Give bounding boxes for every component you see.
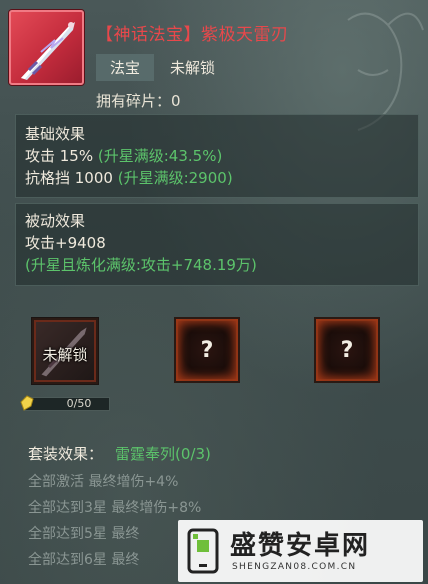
set-bonus-line: 全部激活 最终增伤+4%: [28, 474, 179, 490]
slot-locked-label: 未解锁: [42, 346, 88, 364]
fragment-icon: [20, 395, 34, 411]
unlock-status: 未解锁: [170, 58, 216, 77]
fragment-count: 拥有碎片：0: [96, 92, 181, 110]
attack-max-stat: (升星满级:43.5%): [97, 147, 223, 165]
passive-max-stat: (升星且炼化满级:攻击+748.19万): [25, 256, 257, 274]
set-slot-locked[interactable]: 未解锁: [32, 318, 98, 384]
watermark-url: SHENGZAN08.COM.CN: [232, 562, 357, 572]
question-mark-icon: ?: [200, 338, 214, 363]
basic-effects-panel: 基础效果 攻击 15% (升星满级:43.5%) 抗格挡 1000 (升星满级:…: [15, 114, 419, 198]
item-icon-blade[interactable]: [9, 10, 84, 85]
watermark-text: 盛赞安卓网: [230, 531, 371, 561]
passive-effects-panel: 被动效果 攻击+9408 (升星且炼化满级:攻击+748.19万): [15, 203, 419, 286]
set-bonus-line: 全部达到6星 最终: [28, 552, 140, 568]
set-effects-label: 套装效果：: [28, 445, 104, 463]
item-type-tag: 法宝: [96, 53, 155, 81]
passive-attack-stat: 攻击+9408: [25, 234, 106, 252]
basic-effects-heading: 基础效果: [25, 125, 86, 143]
fragment-progress-text: 0/50: [66, 397, 92, 410]
set-slot-unknown-2[interactable]: ?: [314, 317, 380, 383]
block-max-stat: (升星满级:2900): [117, 169, 233, 187]
set-bonus-line: 全部达到5星 最终: [28, 526, 140, 542]
block-stat: 抗格挡 1000: [25, 169, 113, 187]
item-title: 【神话法宝】紫极天雷刃: [96, 25, 289, 45]
set-effects-header: 套装效果： 雷霆奉列(0/3): [28, 443, 211, 464]
passive-effects-heading: 被动效果: [25, 212, 86, 230]
watermark: 盛赞安卓网 SHENGZAN08.COM.CN: [178, 520, 423, 582]
attack-stat: 攻击 15%: [25, 147, 94, 165]
set-slot-unknown-1[interactable]: ?: [174, 317, 240, 383]
watermark-logo-icon: [187, 528, 219, 574]
question-mark-icon: ?: [340, 338, 354, 363]
fragment-progress-bar: 0/50: [20, 395, 110, 411]
set-bonus-line: 全部达到3星 最终增伤+8%: [28, 500, 202, 516]
type-row: 法宝 未解锁: [96, 53, 216, 81]
set-name: 雷霆奉列(0/3): [115, 445, 211, 463]
